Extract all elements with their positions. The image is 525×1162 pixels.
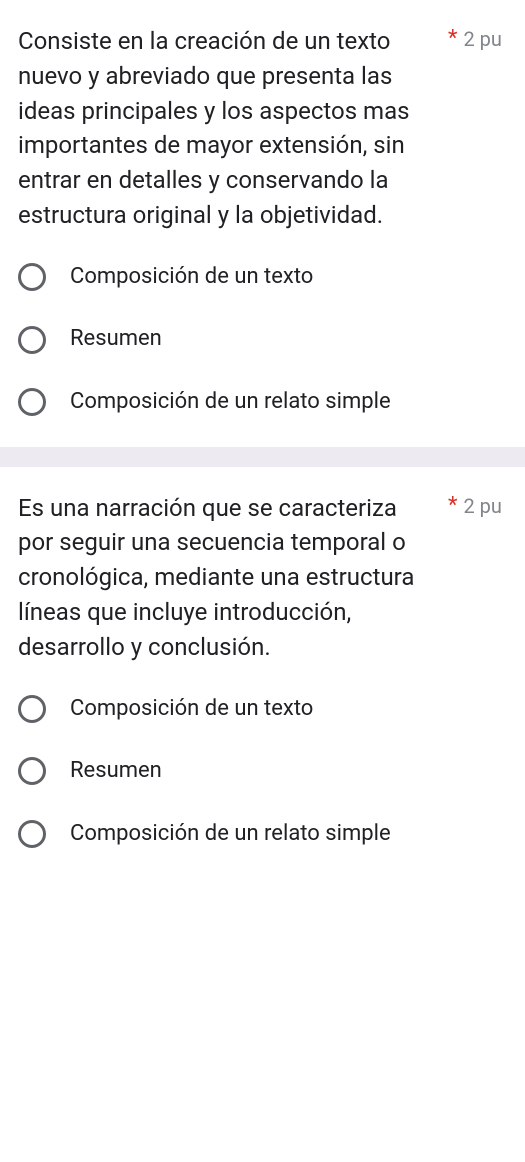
question-card: Es una narración que se caracteriza por … xyxy=(0,467,525,879)
radio-icon xyxy=(18,820,46,848)
radio-icon xyxy=(18,695,46,723)
option-label: Composición de un relato simple xyxy=(70,820,391,849)
question-card: Consiste en la creación de un texto nuev… xyxy=(0,0,525,447)
radio-option[interactable]: Composición de un texto xyxy=(18,263,507,292)
option-label: Composición de un relato simple xyxy=(70,388,391,417)
question-text: Consiste en la creación de un texto nuev… xyxy=(18,24,438,233)
radio-option[interactable]: Composición de un relato simple xyxy=(18,820,507,849)
question-header: Es una narración que se caracteriza por … xyxy=(18,491,507,665)
option-label: Resumen xyxy=(70,757,162,786)
required-indicator: * xyxy=(448,491,457,522)
radio-option[interactable]: Resumen xyxy=(18,757,507,786)
radio-icon xyxy=(18,757,46,785)
points-label: 2 pu xyxy=(463,24,501,54)
options-group: Composición de un texto Resumen Composic… xyxy=(18,263,507,417)
option-label: Resumen xyxy=(70,325,162,354)
required-indicator: * xyxy=(448,24,457,55)
points-label: 2 pu xyxy=(463,491,501,521)
radio-option[interactable]: Composición de un texto xyxy=(18,695,507,724)
question-text: Es una narración que se caracteriza por … xyxy=(18,491,438,665)
option-label: Composición de un texto xyxy=(70,263,313,292)
radio-icon xyxy=(18,263,46,291)
options-group: Composición de un texto Resumen Composic… xyxy=(18,695,507,849)
card-divider xyxy=(0,447,525,467)
question-header: Consiste en la creación de un texto nuev… xyxy=(18,24,507,233)
option-label: Composición de un texto xyxy=(70,695,313,724)
radio-option[interactable]: Resumen xyxy=(18,325,507,354)
radio-option[interactable]: Composición de un relato simple xyxy=(18,388,507,417)
radio-icon xyxy=(18,326,46,354)
radio-icon xyxy=(18,388,46,416)
